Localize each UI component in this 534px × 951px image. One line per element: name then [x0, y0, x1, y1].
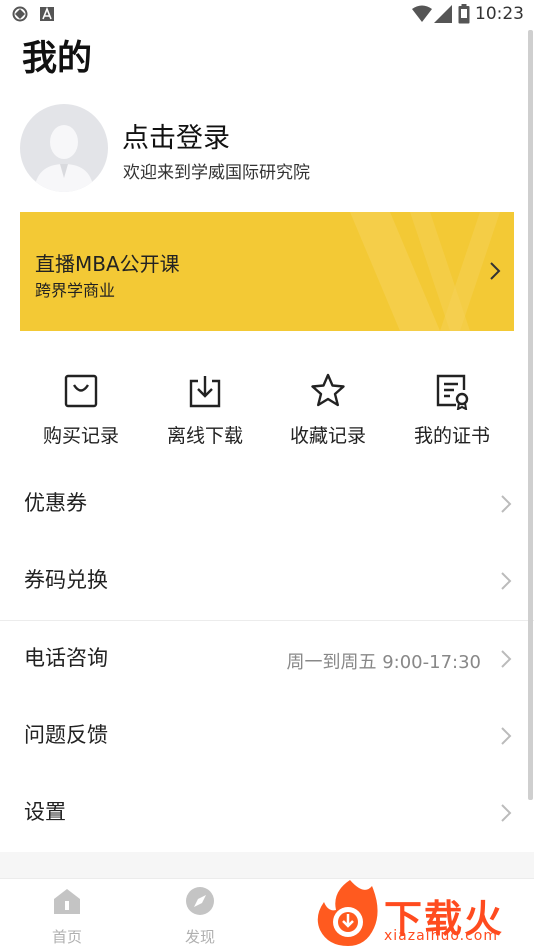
- menu-row-redeem-code[interactable]: 券码兑换: [0, 544, 534, 620]
- status-bar: 10:23: [0, 0, 534, 28]
- menu-row-label: 设置: [24, 800, 66, 824]
- page-title: 我的: [22, 39, 93, 79]
- default-avatar-icon: [34, 125, 94, 192]
- quick-action-label: 收藏记录: [289, 425, 366, 447]
- chevron-right-icon: [501, 650, 512, 668]
- menu-row-label: 券码兑换: [24, 568, 108, 592]
- menu-row-label: 问题反馈: [24, 723, 108, 747]
- sync-icon: [12, 6, 28, 22]
- tab-label: 发现: [184, 928, 215, 946]
- login-link[interactable]: 点击登录: [122, 116, 230, 155]
- menu-row-feedback[interactable]: 问题反馈: [0, 699, 534, 775]
- wifi-icon: [412, 5, 432, 22]
- compass-icon: [186, 887, 214, 915]
- mba-banner[interactable]: 直播MBA公开课 跨界学商业: [20, 212, 514, 331]
- tab-label: 首页: [51, 928, 82, 946]
- status-time: 10:23: [475, 4, 524, 24]
- quick-action-label: 离线下载: [166, 425, 243, 447]
- menu-row-settings[interactable]: 设置: [0, 776, 534, 852]
- menu-row-phone-consult[interactable]: 电话咨询 周一到周五 9:00-17:30: [0, 622, 534, 698]
- star-icon: [311, 373, 345, 407]
- signal-icon: [434, 5, 452, 23]
- quick-action-label: 购买记录: [42, 425, 119, 447]
- bottom-spacer: [0, 852, 534, 878]
- battery-icon: [458, 4, 470, 24]
- avatar[interactable]: [20, 104, 108, 192]
- chevron-right-icon: [501, 727, 512, 745]
- tab-discover[interactable]: 发现: [155, 882, 245, 948]
- chevron-right-icon: [501, 495, 512, 513]
- tab-home[interactable]: 首页: [22, 882, 112, 948]
- service-hours: 周一到周五 9:00-17:30: [286, 652, 481, 673]
- certificate-icon: [436, 374, 469, 410]
- chevron-right-icon: [501, 804, 512, 822]
- scrollbar[interactable]: [528, 30, 533, 800]
- quick-action-purchases[interactable]: 购买记录: [26, 372, 136, 452]
- quick-action-label: 我的证书: [413, 425, 490, 447]
- watermark-url: xiazaihuo.com: [384, 928, 498, 944]
- quick-action-certificates[interactable]: 我的证书: [397, 372, 507, 452]
- menu-row-label: 优惠券: [24, 491, 87, 515]
- banner-title: 直播MBA公开课: [35, 252, 180, 276]
- home-icon: [54, 889, 80, 914]
- quick-action-favorites[interactable]: 收藏记录: [273, 372, 383, 452]
- welcome-text: 欢迎来到学威国际研究院: [123, 163, 310, 183]
- quick-action-downloads[interactable]: 离线下载: [150, 372, 260, 452]
- chevron-right-icon: [490, 262, 501, 280]
- banner-subtitle: 跨界学商业: [35, 281, 116, 300]
- menu-row-coupons[interactable]: 优惠券: [0, 467, 534, 543]
- menu-row-label: 电话咨询: [24, 646, 108, 670]
- chevron-right-icon: [501, 572, 512, 590]
- section-divider: [0, 620, 534, 621]
- font-icon: [40, 6, 54, 21]
- download-icon: [189, 376, 221, 408]
- shopping-bag-icon: [64, 374, 98, 408]
